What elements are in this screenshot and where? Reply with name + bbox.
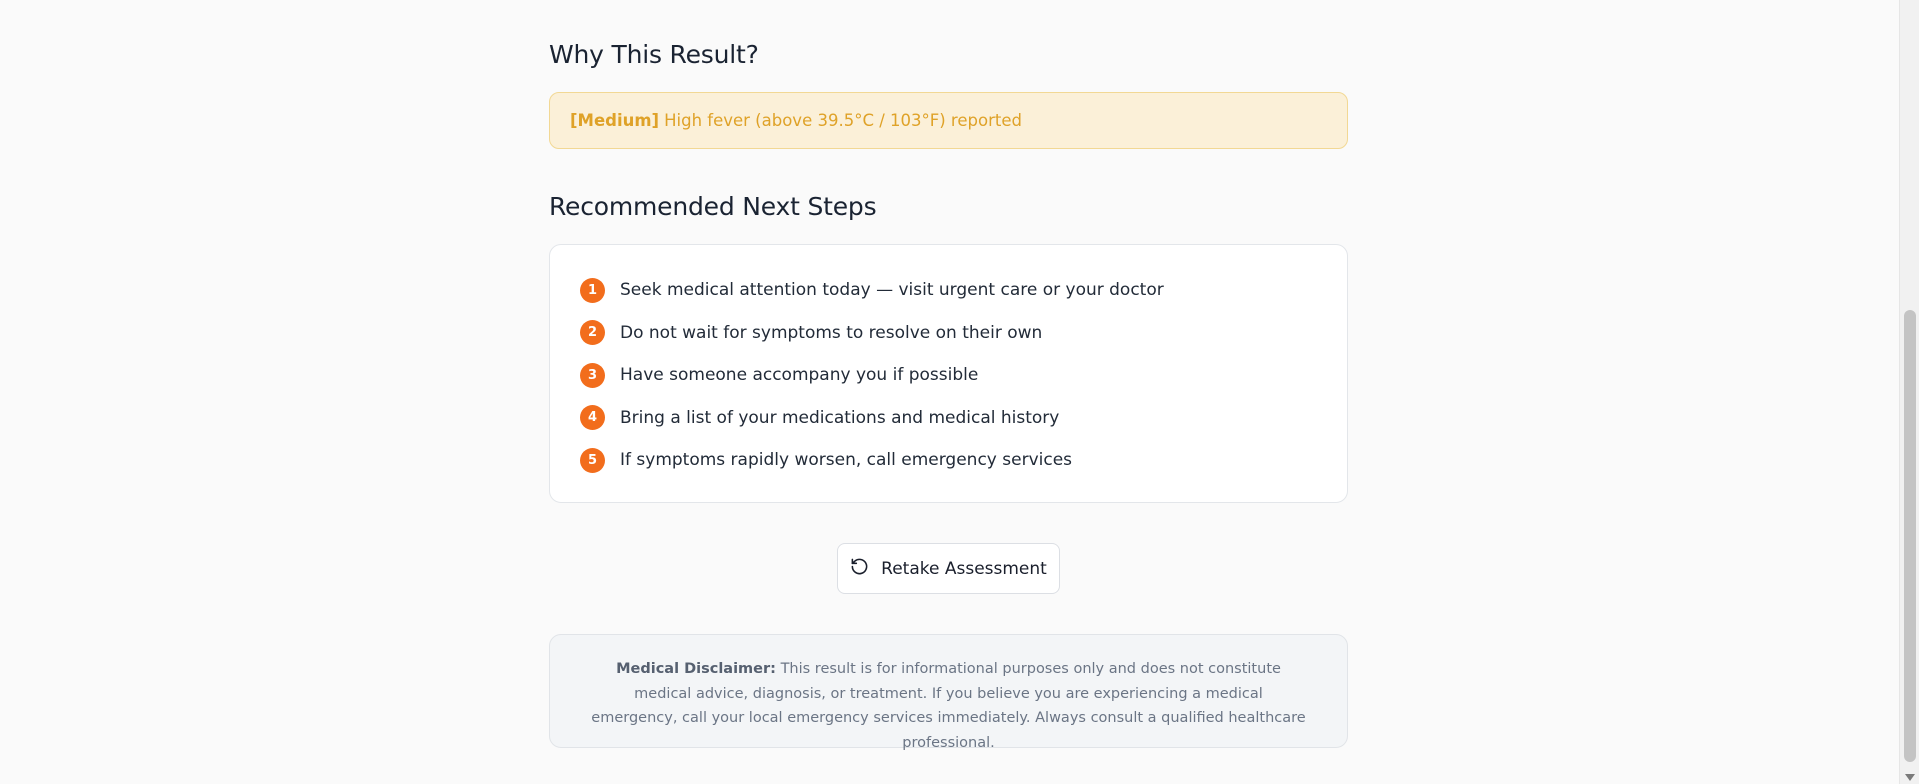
- medical-disclaimer: Medical Disclaimer: This result is for i…: [549, 634, 1348, 751]
- severity-label: [Medium]: [570, 111, 660, 130]
- step-number-badge: 5: [580, 447, 605, 473]
- step-item: 5 If symptoms rapidly worsen, call emerg…: [580, 439, 1317, 482]
- next-steps-card: 1 Seek medical attention today — visit u…: [549, 244, 1348, 503]
- disclaimer-label: Medical Disclaimer:: [616, 661, 776, 677]
- step-text: Do not wait for symptoms to resolve on t…: [620, 322, 1043, 343]
- vertical-scrollbar[interactable]: [1899, 0, 1919, 784]
- retake-assessment-button[interactable]: Retake Assessment: [837, 543, 1060, 594]
- step-item: 3 Have someone accompany you if possible: [580, 354, 1317, 397]
- reason-alert: [Medium] High fever (above 39.5°C / 103°…: [549, 92, 1348, 149]
- step-number-badge: 1: [580, 277, 605, 303]
- scrollbar-thumb[interactable]: [1904, 310, 1916, 762]
- step-number-badge: 2: [580, 320, 605, 346]
- step-item: 4 Bring a list of your medications and m…: [580, 397, 1317, 440]
- step-number-badge: 4: [580, 405, 605, 431]
- step-text: Have someone accompany you if possible: [620, 365, 979, 386]
- step-item: 1 Seek medical attention today — visit u…: [580, 269, 1317, 312]
- reason-text: High fever (above 39.5°C / 103°F) report…: [664, 111, 1022, 130]
- next-steps-title: Recommended Next Steps: [549, 192, 877, 221]
- retake-button-label: Retake Assessment: [881, 558, 1047, 579]
- scroll-down-arrow-icon[interactable]: [1905, 774, 1915, 781]
- step-text: Seek medical attention today — visit urg…: [620, 280, 1164, 301]
- page: Why This Result? [Medium] High fever (ab…: [0, 0, 1919, 784]
- step-text: Bring a list of your medications and med…: [620, 407, 1060, 428]
- step-text: If symptoms rapidly worsen, call emergen…: [620, 450, 1073, 471]
- step-item: 2 Do not wait for symptoms to resolve on…: [580, 312, 1317, 355]
- step-number-badge: 3: [580, 362, 605, 388]
- why-result-title: Why This Result?: [549, 40, 759, 69]
- rotate-ccw-icon: [850, 557, 881, 581]
